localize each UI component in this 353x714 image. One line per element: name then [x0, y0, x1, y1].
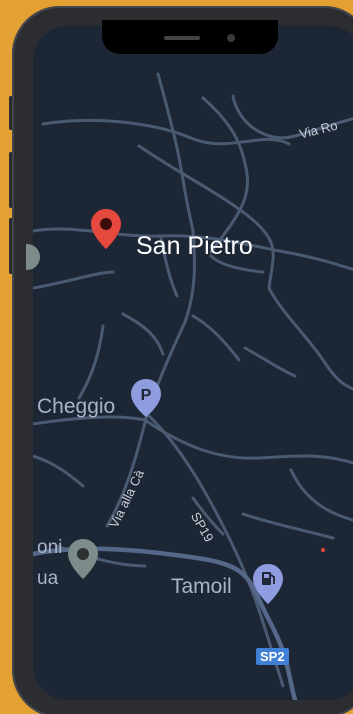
road	[77, 324, 105, 400]
speaker-grille	[164, 36, 200, 40]
road	[143, 418, 353, 465]
location-pin-icon[interactable]	[90, 208, 122, 250]
app-frame: Via Ro San Pietro P Cheggio Via alla Cà …	[0, 0, 353, 714]
road-shield-sp2: SP2	[256, 648, 289, 665]
road	[33, 454, 85, 488]
map-pin-icon[interactable]	[67, 538, 99, 580]
place-label-san-pietro[interactable]: San Pietro	[136, 234, 253, 259]
place-label-left-2[interactable]: ua	[37, 569, 58, 588]
road	[156, 72, 195, 232]
parking-glyph: P	[141, 387, 152, 404]
notch	[102, 20, 278, 54]
place-label-left-1[interactable]: oni	[37, 538, 62, 557]
road	[201, 96, 250, 254]
road	[241, 512, 335, 540]
fuel-pump-icon[interactable]	[252, 563, 284, 605]
place-label-tamoil[interactable]: Tamoil	[171, 576, 232, 597]
road	[121, 312, 165, 356]
road	[289, 468, 353, 522]
parking-icon[interactable]: P	[130, 378, 162, 418]
road	[137, 144, 275, 290]
road	[33, 415, 147, 426]
red-dot-marker	[321, 548, 325, 552]
road	[41, 118, 291, 146]
road	[267, 286, 353, 391]
place-label-cheggio[interactable]: Cheggio	[37, 396, 115, 417]
road	[243, 346, 297, 378]
front-camera	[227, 34, 235, 42]
road	[33, 270, 115, 290]
road	[191, 314, 241, 362]
